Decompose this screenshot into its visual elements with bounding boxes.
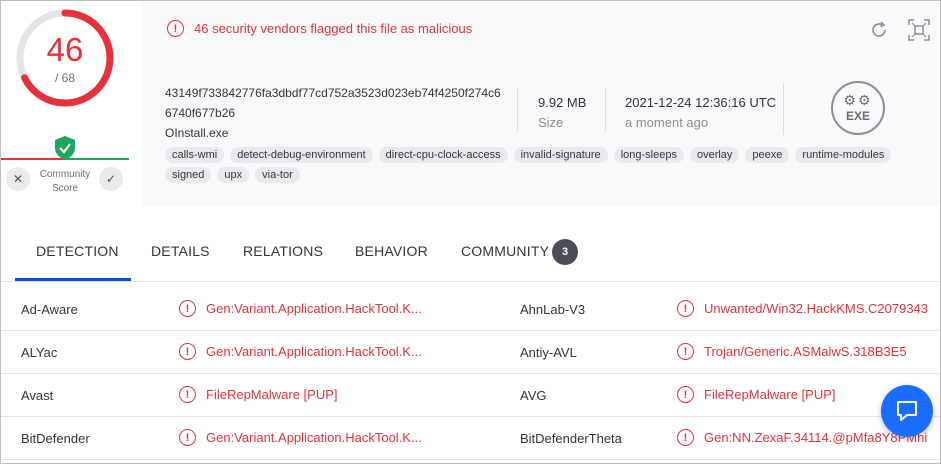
vendor-name: AVG xyxy=(520,388,547,403)
tab-bar: DETECTION DETAILS RELATIONS BEHAVIOR COM… xyxy=(1,229,940,282)
alert-text: 46 security vendors flagged this file as… xyxy=(194,21,473,36)
vendor-name: BitDefender xyxy=(21,431,90,446)
detection-result[interactable]: ! FileRepMalware [PUP] xyxy=(179,386,338,403)
table-row: Ad-Aware ! Gen:Variant.Application.HackTo… xyxy=(1,288,940,331)
tab-community[interactable]: COMMUNITY xyxy=(461,243,549,259)
tab-behavior[interactable]: BEHAVIOR xyxy=(355,243,428,259)
alert-icon: ! xyxy=(179,300,196,317)
detection-result[interactable]: ! Gen:Variant.Application.HackTool.K... xyxy=(179,300,422,317)
tab-detection[interactable]: DETECTION xyxy=(36,243,119,259)
vendor-name: Antiy-AVL xyxy=(520,345,577,360)
tag-chip[interactable]: direct-cpu-clock-access xyxy=(378,147,508,163)
active-tab-indicator xyxy=(15,278,131,281)
community-count-badge: 3 xyxy=(552,239,578,265)
alert-icon: ! xyxy=(677,429,694,446)
close-icon: ✕ xyxy=(12,172,24,186)
alert-icon: ! xyxy=(677,386,694,403)
file-name: OInstall.exe xyxy=(165,126,229,140)
tag-chip[interactable]: long-sleeps xyxy=(613,147,684,163)
tag-list: calls-wmi detect-debug-environment direct-… xyxy=(165,147,925,183)
reanalyze-icon[interactable] xyxy=(868,19,890,41)
tab-details[interactable]: DETAILS xyxy=(151,243,210,259)
detection-result[interactable]: ! Trojan/Generic.ASMalwS.318B3E5 xyxy=(677,343,907,360)
result-label: FileRepMalware [PUP] xyxy=(206,387,338,402)
chat-button[interactable] xyxy=(881,385,933,437)
tag-chip[interactable]: via-tor xyxy=(255,167,300,183)
analysis-date-relative: a moment ago xyxy=(625,115,709,130)
tag-chip[interactable]: upx xyxy=(217,167,250,183)
alert-icon: ! xyxy=(167,20,184,37)
divider xyxy=(517,89,518,131)
vendor-name: Ad-Aware xyxy=(21,302,78,317)
result-label: Unwanted/Win32.HackKMS.C2079343 xyxy=(704,301,929,316)
positives-count: 46 xyxy=(46,31,84,68)
alert-icon: ! xyxy=(179,386,196,403)
table-row: ALYac ! Gen:Variant.Application.HackTool.… xyxy=(1,331,940,374)
divider xyxy=(783,83,784,135)
result-label: Trojan/Generic.ASMalwS.318B3E5 xyxy=(704,344,907,359)
tag-chip[interactable]: calls-wmi xyxy=(165,147,225,163)
gears-icon: ⚙⚙ xyxy=(843,92,873,108)
file-hash[interactable]: 43149f733842776fa3dbdf77cd752a3523d023eb… xyxy=(165,83,505,123)
vendor-name: ALYac xyxy=(21,345,58,360)
check-icon: ✓ xyxy=(105,172,117,186)
tag-chip[interactable]: peexe xyxy=(745,147,790,163)
analysis-date-value: 2021-12-24 12:36:16 UTC xyxy=(625,95,777,110)
community-score-label: Community Score xyxy=(39,169,91,194)
tag-chip[interactable]: detect-debug-environment xyxy=(230,147,373,163)
result-label: Gen:Variant.Application.HackTool.K... xyxy=(206,344,422,359)
result-label: FileRepMalware [PUP] xyxy=(704,387,836,402)
vendor-name: AhnLab-V3 xyxy=(520,302,586,317)
shield-check-icon xyxy=(53,135,77,161)
table-row: BitDefender ! Gen:Variant.Application.Hac… xyxy=(1,417,940,460)
top-actions xyxy=(868,19,930,41)
detection-result[interactable]: ! Unwanted/Win32.HackKMS.C2079343 xyxy=(677,300,928,317)
detection-result[interactable]: ! Gen:Variant.Application.HackTool.K... xyxy=(179,429,422,446)
detection-result[interactable]: ! FileRepMalware [PUP] xyxy=(677,386,836,403)
alert-icon: ! xyxy=(179,343,196,360)
detection-result[interactable]: ! Gen:NN.ZexaF.34114.@pMfa8Y8PMhi xyxy=(677,429,927,446)
similar-files-icon[interactable] xyxy=(908,19,930,41)
vendor-name: BitDefenderTheta xyxy=(520,431,622,446)
file-size-value: 9.92 MB xyxy=(538,95,587,110)
file-size-label: Size xyxy=(538,115,564,130)
tag-chip[interactable]: runtime-modules xyxy=(795,147,892,163)
alert-icon: ! xyxy=(179,429,196,446)
file-info-panel: ! 46 security vendors flagged this file … xyxy=(143,1,940,206)
tag-chip[interactable]: signed xyxy=(165,167,212,183)
divider xyxy=(605,89,606,131)
result-label: Gen:Variant.Application.HackTool.K... xyxy=(206,430,422,445)
detection-table: Ad-Aware ! Gen:Variant.Application.HackTo… xyxy=(1,288,940,460)
chat-bubble-icon xyxy=(897,401,917,421)
vote-harmless-button[interactable]: ✓ xyxy=(99,167,123,191)
detection-gauge: 46 / 68 xyxy=(14,7,116,109)
alert-icon: ! xyxy=(677,343,694,360)
file-type-icon: ⚙⚙ EXE xyxy=(831,81,885,135)
result-label: Gen:Variant.Application.HackTool.K... xyxy=(206,301,422,316)
vote-malicious-button[interactable]: ✕ xyxy=(6,167,30,191)
tag-chip[interactable]: invalid-signature xyxy=(513,147,608,163)
tab-relations[interactable]: RELATIONS xyxy=(243,243,323,259)
total-engines: / 68 xyxy=(54,71,75,85)
file-type-label: EXE xyxy=(845,109,870,123)
detection-result[interactable]: ! Gen:Variant.Application.HackTool.K... xyxy=(179,343,422,360)
tag-chip[interactable]: overlay xyxy=(689,147,740,163)
malicious-alert: ! 46 security vendors flagged this file … xyxy=(167,20,472,37)
detection-score-panel: 46 / 68 ✕ Community Score ✓ xyxy=(1,1,129,206)
alert-icon: ! xyxy=(677,300,694,317)
vendor-name: Avast xyxy=(21,388,54,403)
table-row: Avast ! FileRepMalware [PUP] AVG ! FileRep… xyxy=(1,374,940,417)
